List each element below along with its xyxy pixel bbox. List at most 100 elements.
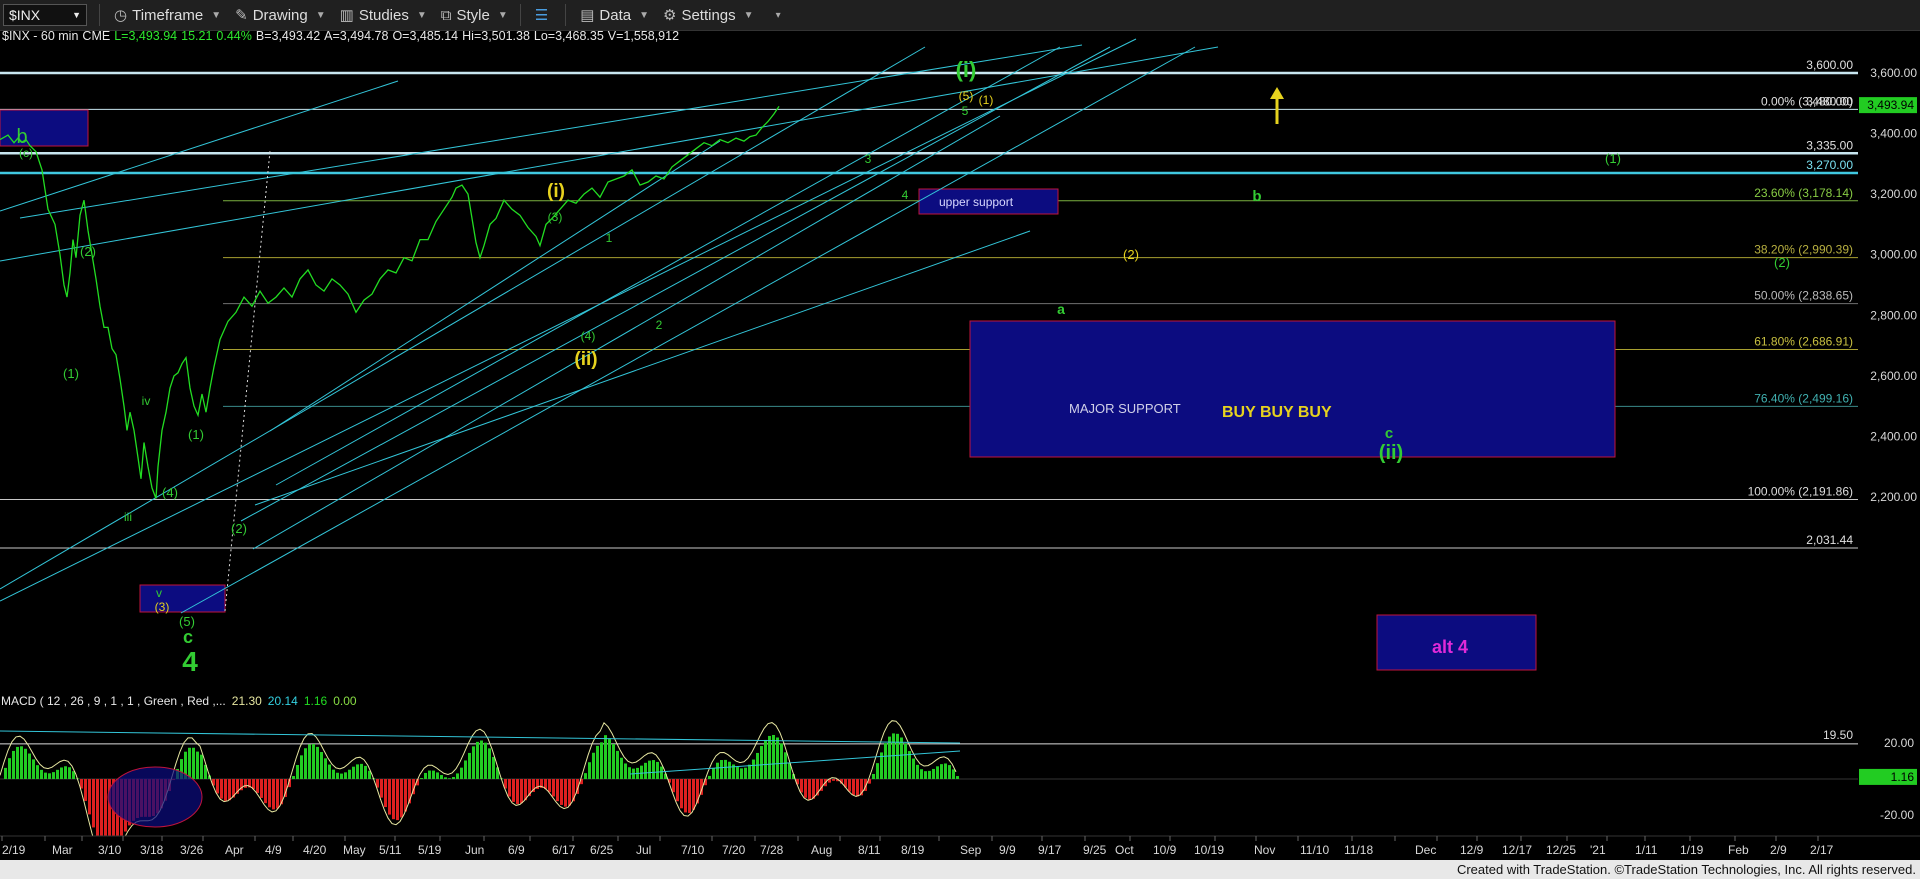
header-vol: V=1,558,912 bbox=[608, 31, 679, 43]
data-menu[interactable]: ▤ Data ▼ bbox=[580, 6, 649, 25]
wave-label: (i) bbox=[547, 181, 565, 202]
price-chart[interactable]: 3,600.003,480.000.00% (3,480.00)3,335.00… bbox=[0, 31, 1920, 860]
data-icon: ▤ bbox=[580, 7, 595, 24]
macd-bar bbox=[896, 733, 899, 779]
more-button[interactable]: ▾ bbox=[768, 10, 781, 21]
macd-bar bbox=[612, 744, 615, 779]
timeframe-menu[interactable]: ◷ Timeframe ▼ bbox=[114, 6, 222, 25]
macd-bar bbox=[320, 752, 323, 779]
macd-bar bbox=[708, 775, 711, 779]
studies-menu[interactable]: ▥ Studies ▼ bbox=[339, 6, 427, 25]
macd-last-text: 1.16 bbox=[1891, 770, 1915, 784]
pencil-icon: ✎ bbox=[235, 7, 248, 24]
macd-bar bbox=[760, 746, 763, 779]
macd-bar bbox=[768, 735, 771, 779]
major-support-box bbox=[969, 320, 1616, 458]
macd-bar bbox=[436, 772, 439, 779]
settings-menu[interactable]: ⚙ Settings ▼ bbox=[663, 6, 754, 25]
macd-bar bbox=[936, 766, 939, 779]
style-menu[interactable]: ⧉ Style ▼ bbox=[441, 7, 508, 24]
macd-bar bbox=[624, 763, 627, 779]
time-tick: 1/11 bbox=[1635, 843, 1658, 857]
wave-label: (2) bbox=[231, 521, 247, 536]
wave-label: (3) bbox=[548, 210, 563, 224]
wave-label: c bbox=[183, 627, 193, 647]
macd-bar bbox=[764, 739, 767, 779]
macd-bar bbox=[480, 740, 483, 779]
time-tick: Jun bbox=[465, 843, 484, 857]
macd-bar bbox=[216, 779, 219, 794]
macd-bar bbox=[44, 772, 47, 779]
macd-divergence-ellipse bbox=[107, 766, 203, 828]
macd-bar bbox=[32, 759, 35, 779]
macd-bar bbox=[736, 767, 739, 779]
macd-bar bbox=[548, 779, 551, 793]
macd-bar bbox=[492, 756, 495, 779]
header-lo: Lo=3,468.35 bbox=[534, 31, 604, 43]
macd-bar bbox=[648, 760, 651, 779]
macd-bar bbox=[360, 763, 363, 779]
macd-bar bbox=[928, 770, 931, 779]
macd-bar bbox=[196, 751, 199, 779]
macd-bar bbox=[688, 779, 691, 813]
macd-bar bbox=[20, 746, 23, 779]
time-tick: 2/9 bbox=[1770, 843, 1787, 857]
chevron-down-icon: ▼ bbox=[211, 9, 222, 21]
data-label: Data bbox=[599, 6, 632, 24]
level-label: 3,270.00 bbox=[1806, 158, 1853, 172]
last-price-text: 3,493.94 bbox=[1867, 98, 1914, 112]
macd-bar bbox=[40, 769, 43, 779]
macd-bar bbox=[832, 779, 835, 781]
style-label: Style bbox=[456, 6, 490, 24]
wave-label: (2) bbox=[1123, 247, 1139, 262]
macd-bar bbox=[900, 737, 903, 779]
settings-label: Settings bbox=[681, 6, 736, 24]
macd-bar bbox=[448, 778, 451, 779]
macd-bar bbox=[352, 766, 355, 779]
macd-bar bbox=[420, 778, 423, 779]
macd-bar bbox=[36, 765, 39, 779]
time-tick: 8/19 bbox=[901, 843, 925, 857]
style-icon: ⧉ bbox=[440, 6, 452, 24]
level-label: 2,031.44 bbox=[1806, 533, 1853, 547]
fib-label: 76.40% (2,499.16) bbox=[1754, 391, 1853, 405]
time-tick: Nov bbox=[1254, 843, 1275, 857]
time-tick: Dec bbox=[1415, 843, 1436, 857]
macd-bar bbox=[256, 779, 259, 793]
wave-label: (4) bbox=[581, 329, 596, 343]
wave-label: 5 bbox=[962, 104, 969, 118]
wave-label: c bbox=[1385, 425, 1393, 442]
time-tick: 12/25 bbox=[1546, 843, 1576, 857]
macd-bar bbox=[512, 779, 515, 802]
price-tick: 3,000.00 bbox=[1870, 248, 1917, 262]
macd-bar bbox=[84, 779, 87, 801]
macd-bar bbox=[52, 772, 55, 779]
macd-bar bbox=[748, 764, 751, 779]
macd-bar bbox=[716, 762, 719, 779]
macd-bar bbox=[608, 738, 611, 779]
major-support-label: MAJOR SUPPORT bbox=[1069, 401, 1181, 416]
fib-label: 38.20% (2,990.39) bbox=[1754, 243, 1853, 257]
macd-tick: -20.00 bbox=[1880, 808, 1914, 822]
price-tick: 2,600.00 bbox=[1870, 369, 1917, 383]
drawing-menu[interactable]: ✎ Drawing ▼ bbox=[235, 6, 326, 25]
layout-button[interactable]: ☰ bbox=[535, 6, 553, 24]
wave-label: (1) bbox=[979, 93, 994, 107]
macd-bar bbox=[340, 773, 343, 779]
symbol-selector[interactable]: $INX ▼ bbox=[3, 4, 87, 26]
time-tick: 12/17 bbox=[1502, 843, 1532, 857]
macd-value-1: 21.30 bbox=[232, 694, 262, 708]
wave-label: iv bbox=[142, 394, 151, 408]
status-bar: Created with TradeStation. ©TradeStation… bbox=[0, 860, 1920, 879]
studies-icon: ▥ bbox=[339, 7, 354, 24]
wave-label: (1) bbox=[63, 366, 79, 381]
macd-bar bbox=[596, 745, 599, 779]
time-tick: 6/25 bbox=[590, 843, 614, 857]
macd-bar bbox=[308, 744, 311, 779]
chevron-down-icon: ▼ bbox=[315, 9, 326, 21]
time-tick: Oct bbox=[1115, 843, 1134, 857]
time-tick: 7/20 bbox=[722, 843, 746, 857]
macd-bar bbox=[68, 767, 71, 779]
macd-bar bbox=[508, 779, 511, 797]
time-tick: 12/9 bbox=[1460, 843, 1484, 857]
